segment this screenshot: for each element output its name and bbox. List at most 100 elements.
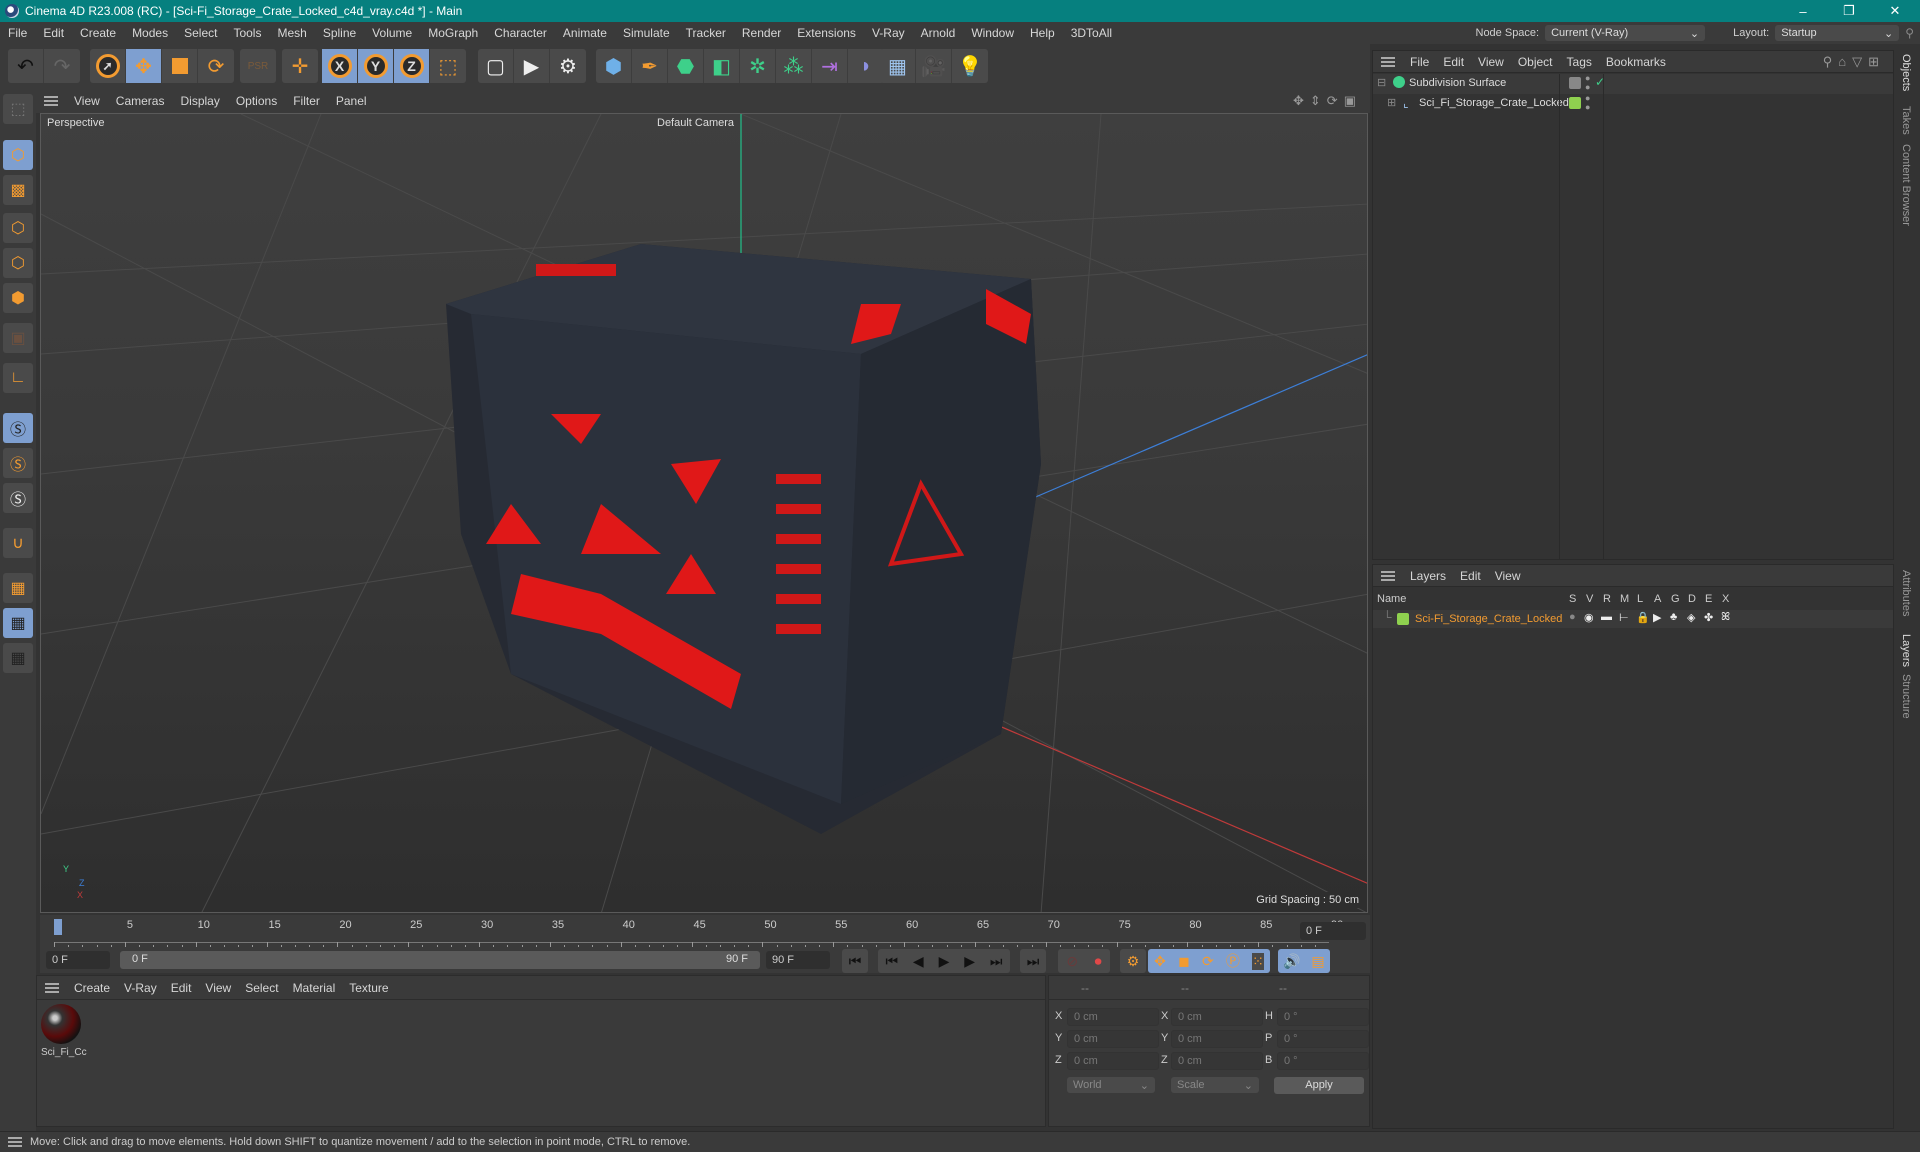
transform-icon[interactable]: ✛ xyxy=(282,49,318,83)
tab-layers[interactable]: Layers xyxy=(1900,634,1912,667)
solo-dot-icon[interactable]: ● xyxy=(1569,611,1576,623)
current-frame-field[interactable]: 0 F xyxy=(1300,922,1366,940)
layer-color-swatch[interactable] xyxy=(1569,77,1581,89)
axis-x-button[interactable]: X xyxy=(322,49,358,83)
menu-window[interactable]: Window xyxy=(963,26,1022,40)
column-view[interactable]: V xyxy=(1586,593,1593,605)
visibility-dots-icon[interactable]: ● ● xyxy=(1585,74,1590,92)
layers-menu-view[interactable]: View xyxy=(1488,569,1528,583)
manager-hierarchy-icon[interactable]: ⊢ xyxy=(1619,611,1629,624)
tab-content-browser[interactable]: Content Browser xyxy=(1900,144,1912,226)
world-coordinates-icon[interactable]: ⬚ xyxy=(430,49,466,83)
lock-workplane-icon[interactable]: ▦ xyxy=(3,608,33,638)
spline-icon[interactable]: ◗ xyxy=(848,49,884,83)
menu-create[interactable]: Create xyxy=(72,26,124,40)
scale-mode-dropdown[interactable]: Scale ⌄ xyxy=(1171,1077,1259,1093)
render-picture-viewer-icon[interactable]: ▶ xyxy=(514,49,550,83)
hamburger-icon[interactable] xyxy=(1381,570,1395,581)
workplane-icon[interactable]: ▦ xyxy=(3,573,33,603)
key-scale-icon[interactable]: ◼ xyxy=(1178,953,1190,970)
end-frame-field[interactable]: 90 F xyxy=(766,951,830,969)
axis-z-button[interactable]: Z xyxy=(394,49,430,83)
menu-modes[interactable]: Modes xyxy=(124,26,176,40)
hamburger-icon[interactable] xyxy=(1381,56,1395,67)
select-icon[interactable]: ➚ xyxy=(90,49,126,83)
workplane-axis-icon[interactable]: ▦ xyxy=(3,643,33,673)
menu-vray[interactable]: V-Ray xyxy=(864,26,913,40)
column-generators[interactable]: G xyxy=(1671,593,1680,605)
axis-mode-icon[interactable]: ∟ xyxy=(3,363,33,393)
material-menu-create[interactable]: Create xyxy=(67,981,117,995)
object-row[interactable]: ⊟ Subdivision Surface ● ● ✓ xyxy=(1373,74,1893,94)
psr-icon[interactable]: PSR xyxy=(240,49,276,83)
material-swatch[interactable]: Sci_Fi_Cc xyxy=(41,1004,87,1060)
pan-view-icon[interactable]: ✥ xyxy=(1293,93,1310,108)
redo-icon[interactable]: ↷ xyxy=(44,49,80,83)
column-xrefs[interactable]: X xyxy=(1722,593,1729,605)
solo-hierarchy-icon[interactable]: Ⓢ xyxy=(3,483,33,513)
tab-attributes[interactable]: Attributes xyxy=(1900,570,1912,616)
menu-volume[interactable]: Volume xyxy=(364,26,420,40)
solo-single-icon[interactable]: Ⓢ xyxy=(3,448,33,478)
floor-icon[interactable]: ▦ xyxy=(880,49,916,83)
column-render[interactable]: R xyxy=(1603,593,1611,605)
toggle-layout-icon[interactable]: ▣ xyxy=(1344,93,1362,108)
menu-mesh[interactable]: Mesh xyxy=(269,26,314,40)
menu-character[interactable]: Character xyxy=(486,26,555,40)
render-settings-icon[interactable]: ⚙ xyxy=(550,49,586,83)
next-frame-icon[interactable]: ▶ xyxy=(964,953,975,970)
3d-viewport[interactable]: Perspective Default Camera Y Z X Grid Sp… xyxy=(40,113,1368,913)
viewport-menu-panel[interactable]: Panel xyxy=(328,94,375,108)
playhead[interactable] xyxy=(54,919,62,935)
menu-file[interactable]: File xyxy=(0,26,35,40)
coordinate-system-dropdown[interactable]: World ⌄ xyxy=(1067,1077,1155,1093)
layers-menu-edit[interactable]: Edit xyxy=(1453,569,1488,583)
column-name[interactable]: Name xyxy=(1377,593,1406,605)
mograph-cloner-icon[interactable]: ✲ xyxy=(740,49,776,83)
render-clapper-icon[interactable]: ▬ xyxy=(1601,611,1612,623)
key-rotation-icon[interactable]: ⟳ xyxy=(1202,953,1214,970)
objects-menu-object[interactable]: Object xyxy=(1511,55,1560,69)
point-mode-icon[interactable]: ⬡ xyxy=(3,213,33,243)
keyframe-settings-icon[interactable]: ⚙ xyxy=(1120,949,1146,973)
play-icon[interactable]: ▶ xyxy=(939,953,950,970)
deformer-icon[interactable]: ◈ xyxy=(1687,611,1695,624)
prev-key-icon[interactable]: ⏮ xyxy=(885,953,898,970)
uv-mode-icon[interactable]: ▣ xyxy=(3,323,33,353)
hamburger-icon[interactable] xyxy=(44,95,58,106)
pos-y-field[interactable]: 0 cm xyxy=(1067,1030,1159,1048)
material-menu-vray[interactable]: V-Ray xyxy=(117,981,164,995)
expression-icon[interactable]: ✤ xyxy=(1704,611,1713,624)
rot-h-field[interactable]: 0 ° xyxy=(1277,1008,1369,1026)
objects-menu-edit[interactable]: Edit xyxy=(1436,55,1471,69)
object-row[interactable]: ⊞ ⌞ Sci_Fi_Storage_Crate_Locked ● ● xyxy=(1373,94,1893,114)
menu-help[interactable]: Help xyxy=(1022,26,1063,40)
prev-frame-icon[interactable]: ◀ xyxy=(913,953,924,970)
animation-play-icon[interactable]: ▶ xyxy=(1653,611,1661,624)
polygon-mode-icon[interactable]: ⬢ xyxy=(3,283,33,313)
cube-icon[interactable]: ⬢ xyxy=(596,49,632,83)
menu-render[interactable]: Render xyxy=(734,26,789,40)
solo-off-icon[interactable]: Ⓢ xyxy=(3,413,33,443)
menu-3dtoall[interactable]: 3DToAll xyxy=(1063,26,1120,40)
texture-mode-icon[interactable]: ▩ xyxy=(3,175,33,205)
menu-spline[interactable]: Spline xyxy=(315,26,364,40)
key-pla-icon[interactable]: ⁙ xyxy=(1252,952,1264,970)
home-icon[interactable]: ⌂ xyxy=(1838,54,1852,69)
menu-edit[interactable]: Edit xyxy=(35,26,72,40)
pos-z-field[interactable]: 0 cm xyxy=(1067,1052,1159,1070)
go-to-end-icon[interactable]: ⏭ xyxy=(1020,949,1046,973)
rot-b-field[interactable]: 0 ° xyxy=(1277,1052,1369,1070)
layer-color-swatch[interactable] xyxy=(1397,613,1409,625)
column-animation[interactable]: A xyxy=(1654,593,1661,605)
column-manager[interactable]: M xyxy=(1620,593,1629,605)
start-frame-field[interactable]: 0 F xyxy=(46,951,110,969)
frame-range-slider[interactable]: 0 F 90 F xyxy=(120,951,760,969)
size-z-field[interactable]: 0 cm xyxy=(1171,1052,1263,1070)
rotate-icon[interactable]: ⟳ xyxy=(198,49,234,83)
next-key-icon[interactable]: ⏭ xyxy=(990,953,1003,970)
layer-color-swatch[interactable] xyxy=(1569,97,1581,109)
layers-menu-layers[interactable]: Layers xyxy=(1403,569,1453,583)
maximize-button[interactable]: ❐ xyxy=(1826,0,1872,22)
visibility-dots-icon[interactable]: ● ● xyxy=(1585,94,1590,112)
